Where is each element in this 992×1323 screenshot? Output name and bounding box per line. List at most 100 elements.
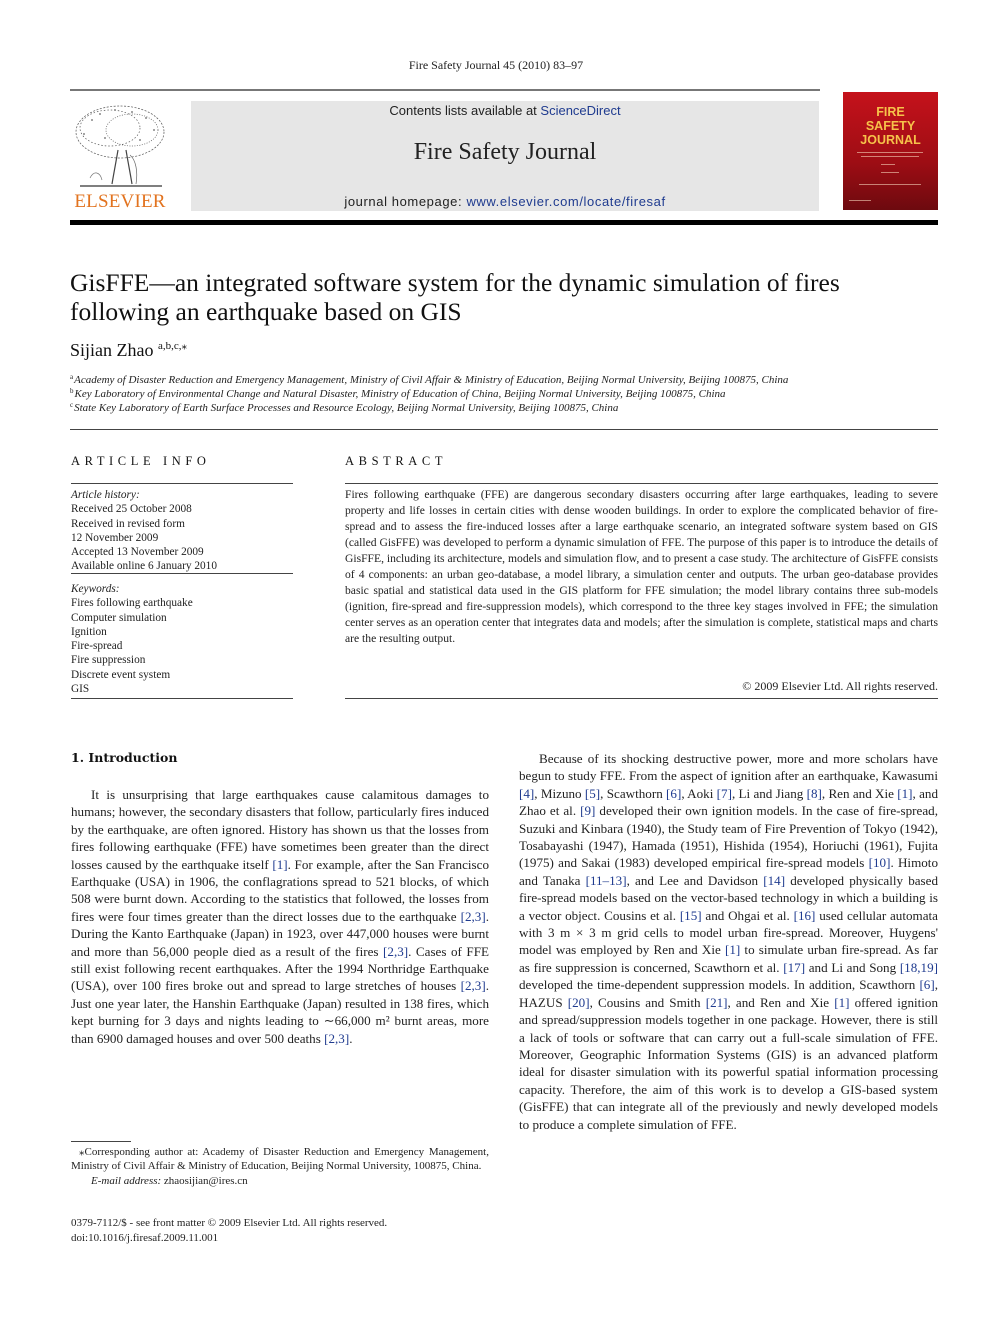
intro-paragraph-2: Because of its shocking destructive powe… <box>519 750 938 1133</box>
citation-link[interactable]: [1] <box>834 995 849 1010</box>
affiliation-mark: b <box>70 387 74 395</box>
article-title: GisFFE—an integrated software system for… <box>70 268 840 326</box>
citation-link[interactable]: [2,3] <box>383 944 408 959</box>
article-info-rule <box>71 483 293 484</box>
front-matter-rule <box>70 429 938 430</box>
citation-link[interactable]: [18,19] <box>900 960 938 975</box>
citation-link[interactable]: [6] <box>666 786 681 801</box>
citation-link[interactable]: [1] <box>897 786 912 801</box>
corresponding-author-star[interactable]: ⁎ <box>182 340 188 352</box>
issn-block: 0379-7112/$ - see front matter © 2009 El… <box>71 1216 501 1245</box>
history-item: 12 November 2009 <box>71 531 159 544</box>
history-rule <box>71 573 293 574</box>
cover-publisher-mark <box>849 200 871 201</box>
footnote-rule <box>71 1141 131 1142</box>
affiliation-a: aAcademy of Disaster Reduction and Emerg… <box>70 373 788 386</box>
body-text: , and Ren and Xie <box>727 994 835 1010</box>
keyword-item: Fire-spread <box>71 640 123 653</box>
citation-link[interactable]: [1] <box>272 857 287 872</box>
intro-paragraph-1: It is unsurprising that large earthquake… <box>71 786 489 1047</box>
cover-title: FIRE SAFETY JOURNAL <box>843 105 938 147</box>
corresponding-author-footnote: ⁎Corresponding author at: Academy of Dis… <box>71 1145 489 1188</box>
citation-link[interactable]: [9] <box>580 803 595 818</box>
citation-link[interactable]: [2,3] <box>324 1031 349 1046</box>
citation-link[interactable]: [2,3] <box>461 909 486 924</box>
citation-link[interactable]: [10] <box>869 855 891 870</box>
intro-column-right: Because of its shocking destructive powe… <box>519 750 938 1133</box>
affiliation-text: Key Laboratory of Environmental Change a… <box>74 388 726 400</box>
cover-text-line <box>861 156 919 157</box>
homepage-line: journal homepage: www.elsevier.com/locat… <box>191 194 819 209</box>
affiliation-text: Academy of Disaster Reduction and Emerge… <box>74 374 789 386</box>
elsevier-wordmark: ELSEVIER <box>74 191 166 212</box>
affiliation-b: bKey Laboratory of Environmental Change … <box>70 387 726 400</box>
body-text: , Aoki <box>681 785 717 801</box>
doi-line[interactable]: doi:10.1016/j.firesaf.2009.11.001 <box>71 1231 501 1246</box>
citation-link[interactable]: [5] <box>585 786 600 801</box>
abstract-text: Fires following earthquake (FFE) are dan… <box>345 488 938 645</box>
citation-link[interactable]: [21] <box>706 995 728 1010</box>
cover-text-line <box>881 172 899 173</box>
body-text: . <box>349 1030 353 1046</box>
history-item: Accepted 13 November 2009 <box>71 546 204 559</box>
cover-text-line <box>859 184 921 185</box>
history-item: Available online 6 January 2010 <box>71 560 217 573</box>
journal-masthead: Contents lists available at ScienceDirec… <box>191 101 819 211</box>
citation-link[interactable]: [4] <box>519 786 534 801</box>
email-label: E-mail address: <box>91 1174 162 1187</box>
citation-link[interactable]: [7] <box>717 786 732 801</box>
affiliation-text: State Key Laboratory of Earth Surface Pr… <box>74 402 619 414</box>
affiliation-mark: c <box>70 401 74 409</box>
body-text: and Li and Song <box>805 959 900 975</box>
keyword-item: GIS <box>71 683 90 696</box>
keyword-item: Fires following earthquake <box>71 597 193 610</box>
citation-link[interactable]: [20] <box>568 995 590 1010</box>
citation-link[interactable]: [6] <box>919 977 934 992</box>
section-heading-introduction: 1. Introduction <box>71 750 178 765</box>
journal-cover-thumbnail[interactable]: FIRE SAFETY JOURNAL <box>843 92 938 210</box>
citation-link[interactable]: [11–13] <box>586 873 627 888</box>
citation-link[interactable]: [2,3] <box>461 978 486 993</box>
body-text: Because of its shocking destructive powe… <box>519 751 938 784</box>
sciencedirect-link[interactable]: ScienceDirect <box>540 103 620 118</box>
body-text: , Cousins and Smith <box>589 994 706 1010</box>
body-text: , Mizuno <box>534 785 585 801</box>
citation-link[interactable]: [1] <box>725 942 740 957</box>
citation-link[interactable]: [15] <box>680 908 702 923</box>
intro-column-left: It is unsurprising that large earthquake… <box>71 786 489 1047</box>
cover-text-line <box>881 164 895 165</box>
body-text: offered ignition and spread/suppression … <box>519 994 939 1132</box>
article-history: Article history: Received 25 October 200… <box>71 488 217 574</box>
history-item: Received 25 October 2008 <box>71 503 192 516</box>
keywords-label: Keywords: <box>71 583 120 595</box>
journal-homepage-link[interactable]: www.elsevier.com/locate/firesaf <box>466 194 665 209</box>
keywords: Keywords: Fires following earthquake Com… <box>71 582 193 696</box>
contents-prefix: Contents lists available at <box>389 103 541 118</box>
keyword-item: Ignition <box>71 625 107 638</box>
body-text: , and Lee and Davidson <box>626 872 764 888</box>
citation-link[interactable]: [14] <box>763 873 785 888</box>
tree-icon <box>75 105 165 187</box>
citation-link[interactable]: [17] <box>783 960 805 975</box>
cover-title-line: FIRE <box>876 105 905 119</box>
body-text: , Scawthorn <box>600 785 667 801</box>
author-affiliation-marks: a,b,c, <box>158 340 182 352</box>
article-info-heading: ARTICLE INFO <box>71 454 211 468</box>
body-text: , Li and Jiang <box>731 785 807 801</box>
author: Sijian Zhao <box>70 340 154 360</box>
cover-title-line: SAFETY <box>865 119 916 133</box>
contents-line: Contents lists available at ScienceDirec… <box>191 103 819 118</box>
running-head: Fire Safety Journal 45 (2010) 83–97 <box>408 58 584 72</box>
cover-text-line <box>857 152 923 153</box>
citation-link[interactable]: [16] <box>794 908 816 923</box>
homepage-prefix: journal homepage: <box>344 194 467 209</box>
abstract-copyright: © 2009 Elsevier Ltd. All rights reserved… <box>742 679 938 693</box>
author-name[interactable]: Sijian Zhao a,b,c,⁎ <box>70 339 187 361</box>
keyword-item: Discrete event system <box>71 668 171 681</box>
cover-title-line: JOURNAL <box>860 133 921 147</box>
top-rule <box>70 89 820 91</box>
abstract-heading: ABSTRACT <box>345 454 448 468</box>
body-text: , Ren and Xie <box>821 785 898 801</box>
citation-link[interactable]: [8] <box>807 786 822 801</box>
email-address[interactable]: zhaosijian@ires.cn <box>164 1175 248 1187</box>
